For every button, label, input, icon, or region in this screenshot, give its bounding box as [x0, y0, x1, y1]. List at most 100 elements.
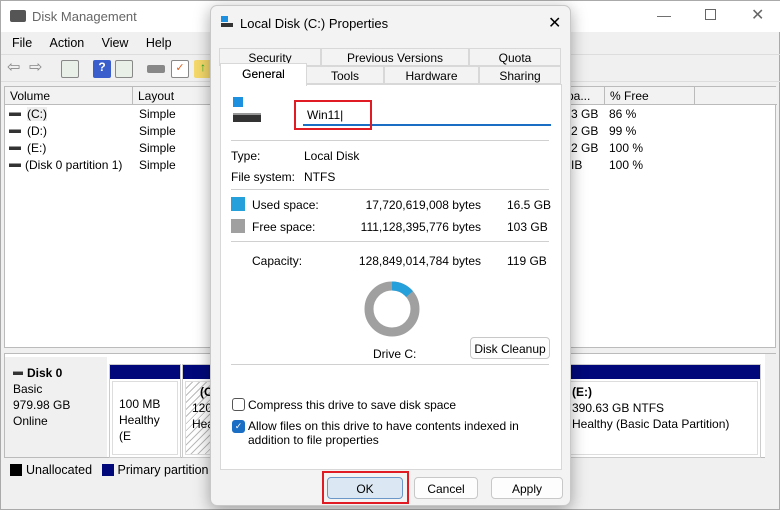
- column-pct-free[interactable]: % Free: [605, 87, 695, 105]
- drive-label: Drive C:: [373, 347, 417, 361]
- scrollbar[interactable]: [765, 354, 776, 458]
- column-empty: [695, 87, 777, 105]
- minimize-button[interactable]: —: [657, 7, 671, 23]
- tab-tools[interactable]: Tools: [306, 66, 384, 84]
- partition-system[interactable]: 100 MB Healthy (E: [109, 364, 181, 458]
- forward-icon[interactable]: ⇨: [29, 57, 47, 76]
- layout: Simple: [139, 107, 176, 121]
- volume-name: (D:): [27, 124, 47, 138]
- column-volume[interactable]: Volume: [5, 87, 133, 105]
- disk-0-info[interactable]: Disk 0 Basic 979.98 GB Online: [5, 357, 107, 457]
- pct-free: 99 %: [609, 124, 637, 138]
- back-icon[interactable]: ⇦: [7, 57, 25, 76]
- pct-free: 100 %: [609, 141, 644, 155]
- menu-view[interactable]: View: [102, 36, 129, 50]
- compress-label: Compress this drive to save disk space: [248, 398, 457, 412]
- drive-icon: [9, 145, 21, 150]
- close-button[interactable]: ✕: [751, 5, 764, 25]
- tab-quota[interactable]: Quota: [469, 48, 561, 66]
- apply-button[interactable]: Apply: [491, 477, 563, 499]
- partition-e[interactable]: (E:) 390.63 GB NTFS Healthy (Basic Data Pa…: [565, 364, 761, 458]
- divider: [231, 241, 549, 242]
- cancel-button[interactable]: Cancel: [414, 477, 478, 499]
- console-tree-icon[interactable]: [61, 60, 79, 78]
- disk-name: Disk 0: [27, 366, 63, 380]
- drive-icon: [9, 162, 21, 167]
- menu-file[interactable]: File: [12, 36, 32, 50]
- free-space: 2 GB: [571, 124, 599, 138]
- free-space: IB: [571, 158, 583, 172]
- used-space-swatch: [231, 197, 245, 211]
- layout: Simple: [139, 141, 176, 155]
- drive-icon: [221, 23, 233, 27]
- drive-icon: [9, 111, 21, 116]
- menu-action[interactable]: Action: [50, 36, 85, 50]
- windows-drive-icon: [221, 16, 228, 22]
- general-panel: Win11| Type: Local Disk File system: NTF…: [220, 84, 562, 470]
- tab-previous-versions[interactable]: Previous Versions: [321, 48, 469, 66]
- disk-status: Online: [13, 414, 48, 428]
- tab-hardware[interactable]: Hardware: [384, 66, 479, 84]
- tab-general[interactable]: General General: [220, 63, 307, 86]
- divider: [231, 189, 549, 190]
- menu-help[interactable]: Help: [146, 36, 172, 50]
- dialog-title: Local Disk (C:) Properties: [240, 16, 389, 31]
- type-value: Local Disk: [304, 149, 360, 163]
- tab-sharing[interactable]: Sharing: [479, 66, 561, 84]
- windows-icon: [233, 97, 243, 107]
- capacity-bytes: 128,849,014,784 bytes: [358, 254, 481, 268]
- action-pane-icon[interactable]: [115, 60, 133, 78]
- partition-status: Healthy (Basic Data Partition): [572, 417, 730, 431]
- free-space: 2 GB: [571, 141, 599, 155]
- index-label: Allow files on this drive to have conten…: [248, 419, 519, 447]
- active-tab-label: General: [242, 67, 285, 81]
- file-system-value: NTFS: [304, 170, 336, 184]
- free-space-bytes: 111,128,395,776 bytes: [360, 220, 481, 234]
- connect-icon[interactable]: [147, 65, 165, 73]
- volume-name: (E:): [27, 141, 47, 155]
- highlight-ok: [322, 471, 409, 504]
- free-space: 3 GB: [571, 107, 599, 121]
- maximize-button[interactable]: [705, 9, 716, 20]
- usage-donut: [364, 281, 420, 337]
- primary-partition-swatch: [101, 464, 114, 476]
- capacity-gb: 119 GB: [507, 254, 547, 268]
- properties-icon[interactable]: ✓: [171, 60, 189, 78]
- type-label: Type:: [231, 149, 261, 163]
- window-title: Disk Management: [32, 9, 137, 24]
- disk-icon: [13, 370, 23, 375]
- used-space-label: Used space:: [252, 198, 319, 212]
- used-space-gb: 16.5 GB: [507, 198, 552, 212]
- local-disk-icon: [233, 113, 261, 122]
- disk-management-icon: [10, 10, 26, 22]
- capacity-label: Capacity:: [252, 254, 303, 268]
- partition-stripe: [110, 365, 180, 379]
- layout: Simple: [139, 124, 176, 138]
- volume-name: (Disk 0 partition 1): [25, 158, 123, 172]
- divider: [231, 140, 549, 141]
- index-checkbox[interactable]: ✓: [232, 420, 245, 433]
- properties-dialog: Local Disk (C:) Properties ✕ Security Pr…: [210, 5, 571, 506]
- partition-status: Healthy (E: [119, 413, 160, 443]
- legend-unallocated: Unallocated: [26, 463, 93, 477]
- disk-cleanup-button[interactable]: Disk Cleanup: [470, 337, 550, 359]
- free-space-gb: 103 GB: [507, 220, 548, 234]
- disk-type: Basic: [13, 382, 43, 396]
- volume-name: (C:): [27, 107, 47, 121]
- dialog-close-button[interactable]: ✕: [548, 13, 561, 33]
- menu-bar: File Action View Help: [12, 36, 186, 50]
- used-space-bytes: 17,720,619,008 bytes: [365, 198, 481, 212]
- divider: [231, 364, 549, 365]
- file-system-label: File system:: [231, 170, 296, 184]
- partition-size: 390.63 GB NTFS: [572, 401, 665, 415]
- free-space-label: Free space:: [252, 220, 316, 234]
- partition-name: (E:): [572, 385, 592, 399]
- partition-stripe: [565, 365, 760, 379]
- pct-free: 86 %: [609, 107, 637, 121]
- disk-size: 979.98 GB: [13, 398, 71, 412]
- help-icon[interactable]: ?: [93, 60, 111, 78]
- column-layout[interactable]: Layout: [133, 87, 213, 105]
- legend-primary: Primary partition: [117, 463, 209, 477]
- layout: Simple: [139, 158, 176, 172]
- compress-checkbox[interactable]: [232, 398, 245, 411]
